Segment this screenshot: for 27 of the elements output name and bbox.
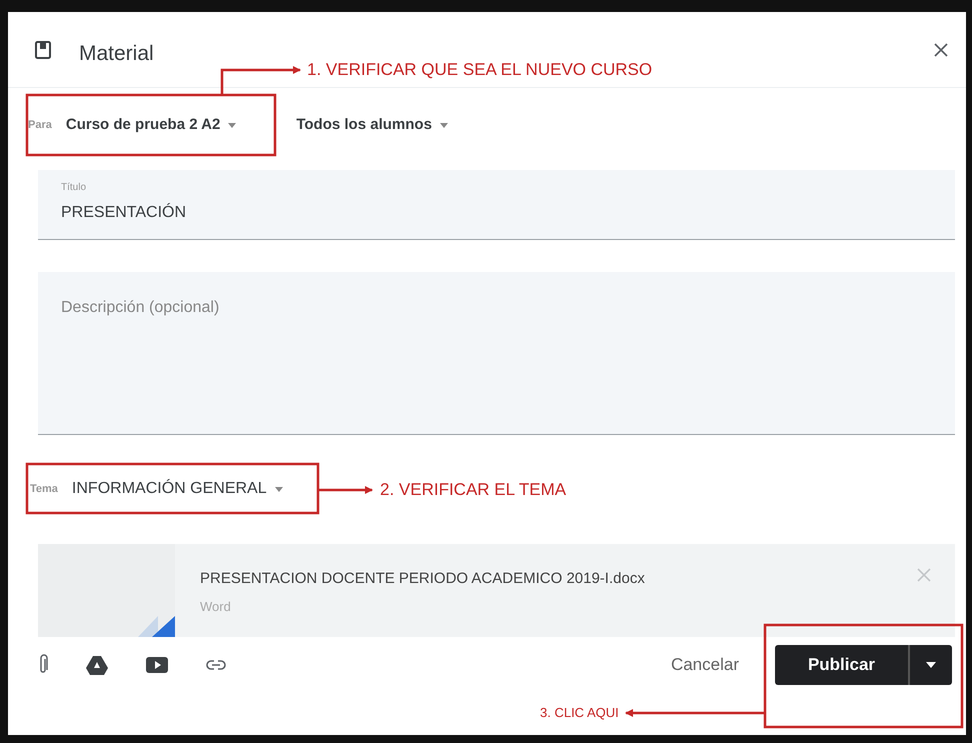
attachment-type: Word bbox=[200, 598, 232, 616]
document-icon bbox=[138, 616, 175, 637]
attachment-card[interactable]: PRESENTACION DOCENTE PERIODO ACADEMICO 2019-I.docx Word bbox=[38, 544, 955, 637]
students-dropdown[interactable]: Todos los alumnos bbox=[296, 114, 448, 136]
description-field[interactable]: Descripción (opcional) bbox=[38, 272, 955, 435]
attachment-name: PRESENTACION DOCENTE PERIODO ACADEMICO 2019-I.docx bbox=[200, 569, 646, 589]
annotation-arrow bbox=[319, 486, 373, 494]
topic-dropdown[interactable]: Tema INFORMACIÓN GENERAL bbox=[30, 477, 283, 501]
publish-button[interactable]: Publicar bbox=[775, 645, 908, 685]
title-field[interactable]: Título PRESENTACIÓN bbox=[38, 170, 955, 240]
caret-icon bbox=[274, 486, 283, 492]
close-icon[interactable] bbox=[934, 42, 948, 56]
annotation-text: 1. VERIFICAR QUE SEA EL NUEVO CURSO bbox=[307, 62, 652, 78]
caret-icon bbox=[440, 122, 448, 128]
dialog-title: Material bbox=[79, 40, 154, 67]
material-icon bbox=[35, 40, 51, 58]
caret-icon bbox=[926, 662, 936, 668]
video-icon[interactable] bbox=[146, 657, 168, 673]
publish-options-button[interactable] bbox=[908, 645, 952, 685]
class-dropdown[interactable]: Para Curso de prueba 2 A2 bbox=[28, 114, 236, 136]
title-input[interactable]: PRESENTACIÓN bbox=[61, 195, 943, 225]
link-icon[interactable] bbox=[206, 660, 226, 670]
caret-icon bbox=[228, 122, 236, 128]
cancel-button[interactable]: Cancelar bbox=[664, 651, 745, 679]
annotation-text: 3. CLIC AQUI bbox=[540, 705, 619, 721]
drive-icon[interactable] bbox=[86, 656, 108, 674]
annotation-text: 2. VERIFICAR EL TEMA bbox=[380, 482, 566, 498]
